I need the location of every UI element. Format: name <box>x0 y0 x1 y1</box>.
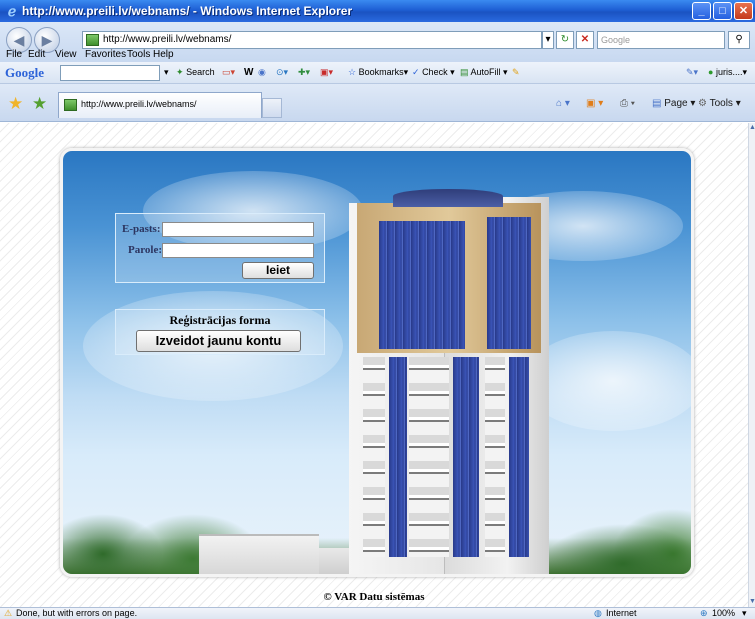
password-label: Parole: <box>128 244 163 256</box>
scroll-up-icon[interactable]: ▲ <box>749 123 755 133</box>
feeds-icon[interactable]: ▣ ▾ <box>586 98 603 109</box>
autofill-icon: ▤ <box>460 67 469 77</box>
glass-facade <box>487 217 531 349</box>
login-button[interactable]: Ieiet <box>242 262 314 279</box>
close-button[interactable]: ✕ <box>734 2 753 20</box>
footer-copyright: © VAR Datu sistēmas <box>323 591 425 603</box>
tools-menu-button[interactable]: ⚙ Tools ▾ <box>698 98 741 109</box>
spell-check-icon: ✓ <box>412 67 420 77</box>
site-favicon-icon <box>86 34 99 46</box>
bookmarks-button[interactable]: ☆ Bookmarks▾ <box>348 67 408 78</box>
tab-current[interactable]: http://www.preili.lv/webnams/ <box>58 92 262 118</box>
glass-facade <box>509 357 529 557</box>
translate-icon[interactable]: ⊙▾ <box>276 67 288 78</box>
registration-title: Reģistrācijas forma <box>169 313 271 327</box>
tab-title: http://www.preili.lv/webnams/ <box>81 99 197 109</box>
google-search-button[interactable]: ✦ Search <box>176 67 215 78</box>
zoom-icon[interactable]: ⊕ <box>700 608 708 619</box>
add-favorites-icon[interactable]: ★ <box>32 94 47 114</box>
puzzle-icon[interactable]: ✚▾ <box>298 67 310 78</box>
internet-explorer-icon: ℯ <box>7 3 17 19</box>
address-url: http://www.preili.lv/webnams/ <box>103 34 232 45</box>
window-column <box>409 357 449 557</box>
create-account-button[interactable]: Izveidot jaunu kontu <box>136 330 301 352</box>
tower-roof <box>393 189 503 207</box>
gear-icon: ⚙ <box>698 98 707 109</box>
apartment-tower-image <box>349 189 549 574</box>
email-label: E-pasts: <box>122 223 161 235</box>
glass-facade <box>453 357 479 557</box>
window-title: http://www.preili.lv/webnams/ - Windows … <box>22 4 353 18</box>
tab-toolbar: ★ ★ http://www.preili.lv/webnams/ ⌂ ▾ ▣ … <box>0 84 755 122</box>
window-column <box>485 357 505 557</box>
maximize-button[interactable]: □ <box>713 2 732 20</box>
user-status-icon: ● <box>708 67 714 77</box>
search-icon: ✦ <box>176 67 184 77</box>
google-toolbar: Google ▾ ✦ Search ▭▾ W ◉ ⊙▾ ✚▾ ▣▾ ☆ Book… <box>0 62 755 84</box>
star-outline-icon: ☆ <box>348 67 357 77</box>
glass-facade <box>379 221 465 349</box>
settings-wrench-icon[interactable]: ✎▾ <box>686 67 698 78</box>
google-dropdown-icon[interactable]: ▾ <box>164 67 169 78</box>
address-dropdown-icon[interactable]: ▾ <box>542 31 554 49</box>
zoom-level[interactable]: 100% <box>712 608 735 618</box>
vertical-scrollbar[interactable]: ▲ ▼ <box>748 123 755 607</box>
page-icon: ▤ <box>652 98 662 109</box>
search-icon[interactable]: ⚲ <box>728 31 750 49</box>
menu-edit[interactable]: Edit <box>28 49 45 60</box>
print-icon[interactable]: ⎙ ▾ <box>620 98 635 109</box>
email-field[interactable] <box>162 222 314 237</box>
menu-favorites[interactable]: Favorites <box>85 49 126 60</box>
menu-tools[interactable]: Tools <box>127 49 150 60</box>
login-form: E-pasts: Parole: Ieiet <box>115 213 325 283</box>
internet-zone-icon: ◍ <box>594 608 602 618</box>
highlight-icon[interactable]: ✎ <box>512 67 520 78</box>
page-menu-button[interactable]: ▤ Page ▾ <box>652 98 695 109</box>
minimize-button[interactable]: _ <box>692 2 711 20</box>
glass-facade <box>389 357 407 557</box>
check-button[interactable]: ✓ Check ▾ <box>412 67 455 78</box>
search-input[interactable]: Google <box>597 31 725 49</box>
share-icon[interactable]: ▣▾ <box>320 67 333 78</box>
new-tab-button[interactable] <box>262 98 282 118</box>
status-bar: ⚠ Done, but with errors on page. ◍ Inter… <box>0 607 755 619</box>
window-title-bar: ℯ http://www.preili.lv/webnams/ - Window… <box>0 0 755 22</box>
stop-button[interactable]: ✕ <box>576 31 594 49</box>
menu-help[interactable]: Help <box>153 49 174 60</box>
zoom-dropdown-icon[interactable]: ▾ <box>742 608 747 619</box>
menu-file[interactable]: File <box>6 49 22 60</box>
low-building <box>199 534 319 574</box>
site-favicon-icon <box>64 99 77 111</box>
hero-image-frame: E-pasts: Parole: Ieiet Reģistrācijas for… <box>60 148 694 577</box>
password-field[interactable] <box>162 243 314 258</box>
status-message: Done, but with errors on page. <box>16 608 138 618</box>
google-search-input[interactable] <box>60 65 160 81</box>
security-zone: Internet <box>606 608 637 618</box>
address-input[interactable]: http://www.preili.lv/webnams/ <box>82 31 542 49</box>
scroll-down-icon[interactable]: ▼ <box>749 597 755 607</box>
popup-blocker-icon[interactable]: ▭▾ <box>222 67 235 78</box>
window-column <box>363 357 385 557</box>
favorites-star-icon[interactable]: ★ <box>8 94 23 114</box>
wikipedia-icon[interactable]: W <box>244 67 253 78</box>
sidewiki-icon[interactable]: ◉ <box>258 67 266 78</box>
home-icon[interactable]: ⌂ ▾ <box>556 98 570 109</box>
user-account-button[interactable]: ● juris....▾ <box>708 67 747 78</box>
menu-view[interactable]: View <box>55 49 77 60</box>
autofill-button[interactable]: ▤ AutoFill ▾ <box>460 67 508 78</box>
google-logo: Google <box>5 65 44 80</box>
warning-icon[interactable]: ⚠ <box>4 608 12 619</box>
refresh-button[interactable]: ↻ <box>556 31 574 49</box>
menu-bar: File Edit View Favorites Tools Help <box>0 48 755 62</box>
registration-panel: Reģistrācijas forma Izveidot jaunu kontu <box>115 309 325 355</box>
